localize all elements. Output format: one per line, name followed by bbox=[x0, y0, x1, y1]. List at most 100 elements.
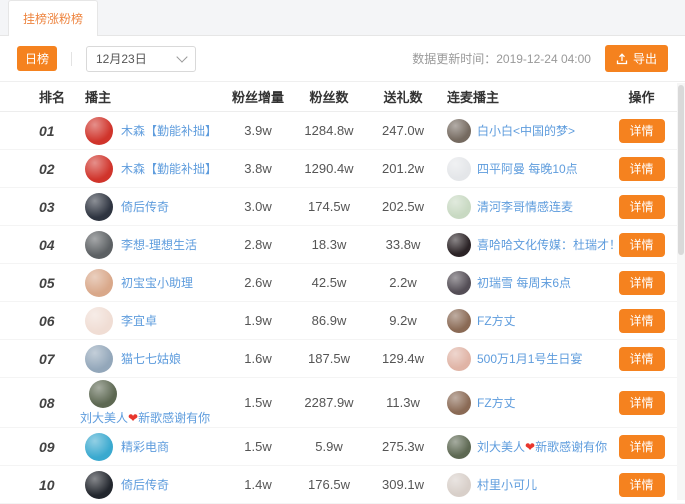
detail-button[interactable]: 详情 bbox=[619, 391, 665, 415]
daily-rank-button[interactable]: 日榜 bbox=[17, 46, 57, 71]
fans-count-value: 18.3w bbox=[291, 237, 367, 252]
broadcaster-link[interactable]: 猫七七姑娘 bbox=[121, 350, 181, 367]
broadcaster-avatar bbox=[85, 117, 113, 145]
gifts-count-value: 11.3w bbox=[367, 395, 439, 410]
detail-button[interactable]: 详情 bbox=[619, 435, 665, 459]
fans-count-value: 2287.9w bbox=[291, 395, 367, 410]
detail-button[interactable]: 详情 bbox=[619, 473, 665, 497]
fan-gain-value: 1.6w bbox=[225, 351, 291, 366]
detail-button[interactable]: 详情 bbox=[619, 157, 665, 181]
fans-count-value: 5.9w bbox=[291, 439, 367, 454]
toolbar: 日榜 12月23日 数据更新时间：2019-12-24 04:00 导出 bbox=[0, 36, 685, 82]
fans-count-value: 42.5w bbox=[291, 275, 367, 290]
detail-button[interactable]: 详情 bbox=[619, 233, 665, 257]
col-header-rank: 排名 bbox=[15, 87, 73, 106]
col-header-gifts: 送礼数 bbox=[367, 87, 439, 106]
linked-broadcaster-link[interactable]: 喜哈哈文化传媒：杜瑞才！ bbox=[477, 236, 621, 253]
scrollbar-thumb[interactable] bbox=[678, 85, 684, 255]
broadcaster-avatar bbox=[85, 471, 113, 499]
fans-count-value: 86.9w bbox=[291, 313, 367, 328]
linked-avatar bbox=[447, 435, 471, 459]
linked-broadcaster-link[interactable]: 500万1月1号生日宴 bbox=[477, 350, 582, 367]
scrollbar[interactable] bbox=[677, 83, 685, 500]
linked-avatar bbox=[447, 157, 471, 181]
linked-broadcaster-cell: 清河李哥情感连麦 bbox=[439, 195, 613, 219]
table-header-row: 排名 播主 粉丝增量 粉丝数 送礼数 连麦播主 操作 bbox=[0, 82, 685, 112]
fan-gain-value: 1.9w bbox=[225, 313, 291, 328]
app-window: 挂榜涨粉榜 日榜 12月23日 数据更新时间：2019-12-24 04:00 … bbox=[0, 0, 685, 500]
detail-button[interactable]: 详情 bbox=[619, 309, 665, 333]
linked-broadcaster-cell: FZ方丈 bbox=[439, 391, 613, 415]
gifts-count-value: 275.3w bbox=[367, 439, 439, 454]
fan-gain-value: 3.0w bbox=[225, 199, 291, 214]
rank-label: 02 bbox=[15, 161, 73, 177]
tab-fan-growth-ranking[interactable]: 挂榜涨粉榜 bbox=[8, 0, 98, 36]
fans-count-value: 176.5w bbox=[291, 477, 367, 492]
broadcaster-avatar bbox=[85, 307, 113, 335]
broadcaster-link[interactable]: 倚后传奇 bbox=[121, 476, 169, 493]
broadcaster-avatar bbox=[85, 193, 113, 221]
linked-broadcaster-cell: 四平阿曼 每晚10点 bbox=[439, 157, 613, 181]
broadcaster-cell: 李想-理想生活 bbox=[73, 231, 225, 259]
broadcaster-link[interactable]: 倚后传奇 bbox=[121, 198, 169, 215]
update-time-label: 数据更新时间： bbox=[412, 52, 496, 66]
broadcaster-link[interactable]: 李宜卓 bbox=[121, 312, 157, 329]
gifts-count-value: 129.4w bbox=[367, 351, 439, 366]
detail-button[interactable]: 详情 bbox=[619, 195, 665, 219]
linked-broadcaster-cell: 500万1月1号生日宴 bbox=[439, 347, 613, 371]
table-row: 05 初宝宝小助理 2.6w 42.5w 2.2w 初瑞雪 每周末6点 详情 bbox=[0, 264, 685, 302]
broadcaster-avatar bbox=[85, 269, 113, 297]
col-header-linked: 连麦播主 bbox=[439, 87, 613, 106]
linked-broadcaster-link[interactable]: 初瑞雪 每周末6点 bbox=[477, 274, 571, 291]
broadcaster-link[interactable]: 初宝宝小助理 bbox=[121, 274, 193, 291]
date-select[interactable]: 12月23日 bbox=[86, 46, 196, 72]
broadcaster-link[interactable]: 精彩电商 bbox=[121, 438, 169, 455]
detail-button[interactable]: 详情 bbox=[619, 119, 665, 143]
linked-broadcaster-link[interactable]: 四平阿曼 每晚10点 bbox=[477, 160, 578, 177]
gifts-count-value: 33.8w bbox=[367, 237, 439, 252]
broadcaster-avatar bbox=[85, 345, 113, 373]
rank-label: 03 bbox=[15, 199, 73, 215]
toolbar-divider bbox=[71, 52, 72, 66]
gifts-count-value: 2.2w bbox=[367, 275, 439, 290]
broadcaster-avatar bbox=[85, 433, 113, 461]
gifts-count-value: 309.1w bbox=[367, 477, 439, 492]
fan-gain-value: 3.9w bbox=[225, 123, 291, 138]
fans-count-value: 187.5w bbox=[291, 351, 367, 366]
broadcaster-cell: 木森【勤能补拙】 bbox=[73, 155, 225, 183]
gifts-count-value: 202.5w bbox=[367, 199, 439, 214]
linked-broadcaster-link[interactable]: 白小白<中国的梦> bbox=[477, 122, 575, 139]
linked-broadcaster-link[interactable]: FZ方丈 bbox=[477, 394, 516, 411]
linked-avatar bbox=[447, 473, 471, 497]
fan-gain-value: 3.8w bbox=[225, 161, 291, 176]
detail-button[interactable]: 详情 bbox=[619, 347, 665, 371]
linked-broadcaster-cell: FZ方丈 bbox=[439, 309, 613, 333]
linked-broadcaster-link[interactable]: 刘大美人❤新歌感谢有你 bbox=[477, 438, 607, 455]
update-time-value: 2019-12-24 04:00 bbox=[496, 52, 591, 66]
table-row: 02 木森【勤能补拙】 3.8w 1290.4w 201.2w 四平阿曼 每晚1… bbox=[0, 150, 685, 188]
broadcaster-link[interactable]: 木森【勤能补拙】 bbox=[121, 160, 217, 177]
detail-button[interactable]: 详情 bbox=[619, 271, 665, 295]
rank-label: 10 bbox=[15, 477, 73, 493]
gifts-count-value: 247.0w bbox=[367, 123, 439, 138]
linked-broadcaster-link[interactable]: 清河李哥情感连麦 bbox=[477, 198, 573, 215]
rank-label: 07 bbox=[15, 351, 73, 367]
broadcaster-avatar bbox=[89, 380, 117, 408]
linked-broadcaster-link[interactable]: FZ方丈 bbox=[477, 312, 516, 329]
fan-gain-value: 2.8w bbox=[225, 237, 291, 252]
table-row: 06 李宜卓 1.9w 86.9w 9.2w FZ方丈 详情 bbox=[0, 302, 685, 340]
linked-broadcaster-link[interactable]: 村里小可儿 bbox=[477, 476, 537, 493]
linked-avatar bbox=[447, 309, 471, 333]
linked-avatar bbox=[447, 391, 471, 415]
table-row: 04 李想-理想生活 2.8w 18.3w 33.8w 喜哈哈文化传媒：杜瑞才！… bbox=[0, 226, 685, 264]
gifts-count-value: 201.2w bbox=[367, 161, 439, 176]
col-header-fans: 粉丝数 bbox=[291, 87, 367, 106]
broadcaster-link[interactable]: 木森【勤能补拙】 bbox=[121, 122, 217, 139]
rank-label: 09 bbox=[15, 439, 73, 455]
broadcaster-cell: 猫七七姑娘 bbox=[73, 345, 225, 373]
broadcaster-link[interactable]: 李想-理想生活 bbox=[121, 236, 197, 253]
export-button[interactable]: 导出 bbox=[605, 45, 668, 72]
broadcaster-link[interactable]: 刘大美人❤新歌感谢有你 bbox=[80, 409, 210, 426]
chevron-down-icon bbox=[176, 51, 187, 62]
linked-avatar bbox=[447, 119, 471, 143]
